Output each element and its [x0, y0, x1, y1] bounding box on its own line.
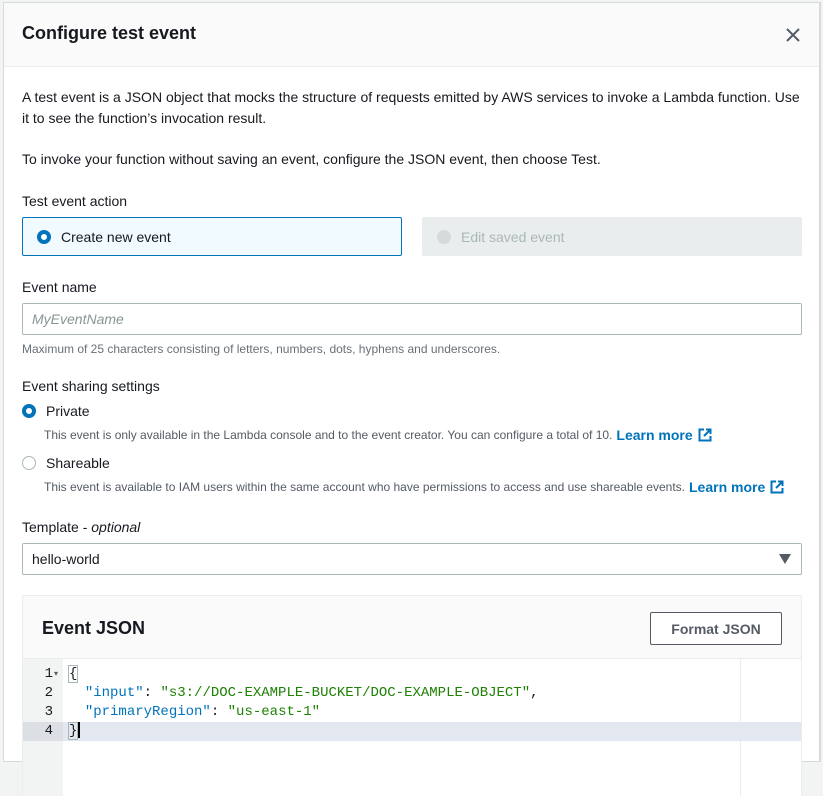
json-code-editor[interactable]: 1 ▾ {2 "input": "s3://DOC-EXAMPLE-BUCKET/D…: [23, 658, 801, 796]
json-punct: ,: [530, 685, 539, 701]
shareable-label: Shareable: [46, 455, 110, 471]
radio-disabled-icon: [437, 229, 451, 244]
json-key: "primaryRegion": [84, 704, 211, 720]
json-key: "input": [84, 685, 144, 701]
code-text: {: [68, 665, 79, 684]
radio-selected-icon[interactable]: [22, 404, 36, 418]
configure-test-event-modal: Configure test event A test event is a J…: [3, 2, 821, 796]
caret-down-icon: [779, 554, 791, 564]
create-new-event-tile[interactable]: Create new event: [22, 217, 402, 256]
line-number: 3: [44, 704, 53, 720]
modal-title: Configure test event: [22, 23, 197, 43]
learn-more-link-shareable[interactable]: Learn more: [689, 479, 784, 495]
template-select[interactable]: hello-world: [22, 543, 802, 575]
code-text: "input": "s3://DOC-EXAMPLE-BUCKET/DOC-EX…: [68, 684, 539, 703]
test-event-action-label: Test event action: [22, 193, 128, 209]
code-text: }: [68, 722, 81, 741]
radio-selected-icon[interactable]: [37, 229, 51, 244]
json-punct: [68, 685, 85, 701]
json-punct: [68, 704, 85, 720]
json-punct: }: [68, 722, 79, 740]
template-label: Template - optional: [22, 519, 140, 535]
json-punct: :: [210, 704, 228, 720]
json-string: "us-east-1": [227, 704, 321, 720]
line-number: 4: [23, 722, 63, 741]
json-string: "s3://DOC-EXAMPLE-BUCKET/DOC-EXAMPLE-OBJ…: [160, 685, 531, 701]
format-json-button[interactable]: Format JSON: [650, 612, 782, 645]
line-number: 2: [44, 685, 53, 701]
learn-more-text: Learn more: [689, 479, 766, 495]
event-json-panel: Event JSON Format JSON 1 ▾ {2 "input": "s3…: [22, 595, 802, 796]
external-link-icon: [698, 428, 712, 442]
event-name-hint: Maximum of 25 characters consisting of l…: [22, 342, 501, 356]
close-icon: [786, 28, 800, 42]
radio-unselected-icon[interactable]: [22, 456, 36, 470]
json-punct: :: [143, 685, 161, 701]
intro-paragraph: A test event is a JSON object that mocks…: [22, 89, 800, 126]
fold-toggle-icon[interactable]: ▾: [54, 665, 58, 684]
code-line[interactable]: 3 "primaryRegion": "us-east-1": [23, 703, 801, 722]
code-line[interactable]: 1 ▾ {: [23, 665, 801, 684]
shareable-description: This event is available to IAM users wit…: [44, 479, 784, 495]
private-description-text: This event is only available in the Lamb…: [44, 428, 613, 442]
code-line[interactable]: 4}: [23, 722, 801, 741]
create-new-event-label: Create new event: [61, 228, 171, 245]
json-punct: {: [68, 665, 79, 683]
event-sharing-label: Event sharing settings: [22, 378, 160, 394]
private-description: This event is only available in the Lamb…: [44, 427, 712, 443]
close-button[interactable]: [781, 23, 805, 47]
private-label: Private: [46, 403, 90, 419]
event-name-input[interactable]: [22, 303, 802, 335]
code-line[interactable]: 2 "input": "s3://DOC-EXAMPLE-BUCKET/DOC-…: [23, 684, 801, 703]
intro-paragraph-2: To invoke your function without saving a…: [22, 151, 601, 167]
shareable-radio-option[interactable]: Shareable: [22, 455, 110, 471]
event-name-label: Event name: [22, 279, 97, 295]
learn-more-text: Learn more: [616, 427, 693, 443]
external-link-icon: [770, 480, 784, 494]
code-text: "primaryRegion": "us-east-1": [68, 703, 320, 722]
edit-saved-event-tile: Edit saved event: [422, 217, 802, 256]
text-cursor: [78, 722, 81, 739]
shareable-description-text: This event is available to IAM users wit…: [44, 480, 685, 494]
edit-saved-event-label: Edit saved event: [461, 228, 565, 245]
optional-label: optional: [91, 519, 141, 535]
modal-header: Configure test event: [4, 3, 819, 67]
template-label-text: Template -: [22, 519, 92, 535]
template-selected-value: hello-world: [32, 551, 100, 567]
line-number: 1: [44, 666, 53, 682]
event-json-title: Event JSON: [42, 618, 146, 638]
private-radio-option[interactable]: Private: [22, 403, 90, 419]
learn-more-link-private[interactable]: Learn more: [616, 427, 712, 443]
